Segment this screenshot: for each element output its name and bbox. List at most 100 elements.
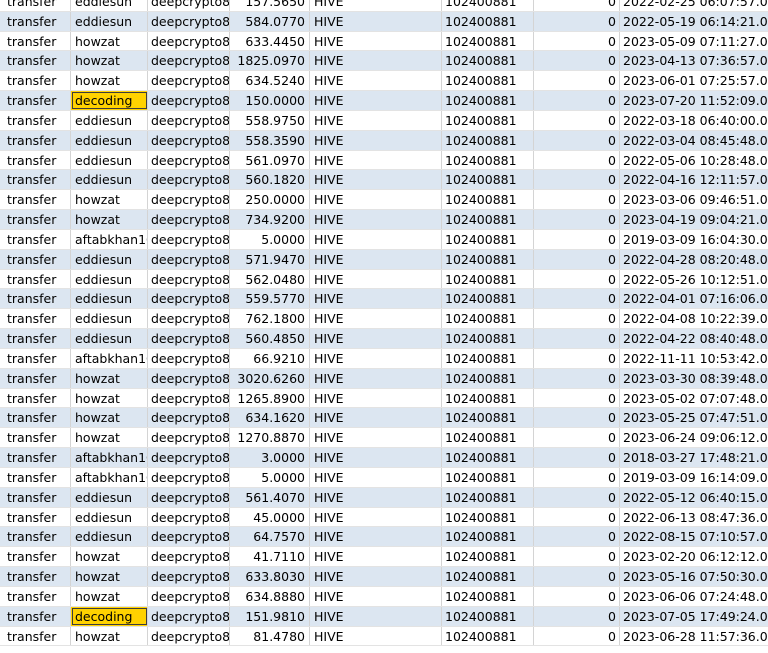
flag-cell[interactable]: 0 <box>534 309 620 329</box>
timestamp-cell[interactable]: 2023-07-20 11:52:09.000 <box>620 91 768 110</box>
amount-cell[interactable]: 1825.0970 <box>230 51 310 71</box>
table-row[interactable]: transfer eddiesun deepcrypto8 562.0480 HIVE 1… <box>0 269 768 290</box>
flag-cell[interactable]: 0 <box>534 110 620 130</box>
asset-cell[interactable]: HIVE <box>310 31 442 51</box>
from-account-cell[interactable]: decoding <box>71 91 148 110</box>
asset-cell[interactable]: HIVE <box>310 309 442 329</box>
flag-cell[interactable]: 0 <box>534 606 620 626</box>
table-row[interactable]: transfer eddiesun deepcrypto8 157.5650 HIVE 1… <box>0 0 768 12</box>
from-account-cell[interactable]: eddiesun <box>71 507 148 527</box>
timestamp-cell[interactable]: 2018-03-27 17:48:21.000 <box>620 448 768 467</box>
type-cell[interactable]: transfer <box>0 229 71 249</box>
from-account-cell[interactable]: howzat <box>71 210 148 229</box>
from-account-cell[interactable]: eddiesun <box>71 0 148 11</box>
from-account-cell[interactable]: eddiesun <box>71 150 148 170</box>
from-account-cell[interactable]: eddiesun <box>71 110 148 130</box>
from-account-cell[interactable]: eddiesun <box>71 527 148 547</box>
amount-cell[interactable]: 633.4450 <box>230 31 310 51</box>
amount-cell[interactable]: 150.0000 <box>230 91 310 110</box>
flag-cell[interactable]: 0 <box>534 586 620 606</box>
table-row[interactable]: transfer howzat deepcrypto8 41.7110 HIVE 1024… <box>0 547 768 568</box>
type-cell[interactable]: transfer <box>0 408 71 428</box>
block-cell[interactable]: 102400881 <box>442 51 534 71</box>
amount-cell[interactable]: 45.0000 <box>230 507 310 527</box>
table-row[interactable]: transfer eddiesun deepcrypto8 571.9470 HIVE 1… <box>0 249 768 270</box>
from-account-cell[interactable]: aftabkhan10 <box>71 448 148 467</box>
type-cell[interactable]: transfer <box>0 329 71 348</box>
type-cell[interactable]: transfer <box>0 487 71 507</box>
flag-cell[interactable]: 0 <box>534 91 620 110</box>
flag-cell[interactable]: 0 <box>534 51 620 71</box>
table-row[interactable]: transfer howzat deepcrypto8 633.8030 HIVE 102… <box>0 567 768 587</box>
to-account-cell[interactable]: deepcrypto8 <box>148 0 230 11</box>
to-account-cell[interactable]: deepcrypto8 <box>148 467 230 487</box>
block-cell[interactable]: 102400881 <box>442 547 534 567</box>
from-account-cell[interactable]: eddiesun <box>71 249 148 269</box>
table-row[interactable]: transfer howzat deepcrypto8 734.9200 HIVE 102… <box>0 210 768 230</box>
to-account-cell[interactable]: deepcrypto8 <box>148 150 230 170</box>
to-account-cell[interactable]: deepcrypto8 <box>148 348 230 368</box>
from-account-cell[interactable]: eddiesun <box>71 170 148 190</box>
block-cell[interactable]: 102400881 <box>442 229 534 249</box>
asset-cell[interactable]: HIVE <box>310 190 442 210</box>
block-cell[interactable]: 102400881 <box>442 31 534 51</box>
asset-cell[interactable]: HIVE <box>310 289 442 309</box>
table-row[interactable]: transfer eddiesun deepcrypto8 584.0770 HIVE 1… <box>0 11 768 32</box>
to-account-cell[interactable]: deepcrypto8 <box>148 428 230 448</box>
type-cell[interactable]: transfer <box>0 11 71 31</box>
block-cell[interactable]: 102400881 <box>442 527 534 547</box>
flag-cell[interactable]: 0 <box>534 368 620 388</box>
amount-cell[interactable]: 66.9210 <box>230 348 310 368</box>
asset-cell[interactable]: HIVE <box>310 567 442 586</box>
timestamp-cell[interactable]: 2022-03-04 08:45:48.000 <box>620 131 768 150</box>
table-row[interactable]: transfer eddiesun deepcrypto8 45.0000 HIVE 10… <box>0 507 768 528</box>
amount-cell[interactable]: 558.9750 <box>230 110 310 130</box>
to-account-cell[interactable]: deepcrypto8 <box>148 309 230 329</box>
block-cell[interactable]: 102400881 <box>442 309 534 329</box>
timestamp-cell[interactable]: 2022-11-11 10:53:42.000 <box>620 349 768 368</box>
type-cell[interactable]: transfer <box>0 586 71 606</box>
to-account-cell[interactable]: deepcrypto8 <box>148 606 230 626</box>
block-cell[interactable]: 102400881 <box>442 210 534 229</box>
type-cell[interactable]: transfer <box>0 170 71 190</box>
to-account-cell[interactable]: deepcrypto8 <box>148 51 230 71</box>
timestamp-cell[interactable]: 2023-06-06 07:24:48.000 <box>620 587 768 606</box>
asset-cell[interactable]: HIVE <box>310 348 442 368</box>
flag-cell[interactable]: 0 <box>534 408 620 428</box>
amount-cell[interactable]: 633.8030 <box>230 567 310 586</box>
amount-cell[interactable]: 1265.8900 <box>230 388 310 408</box>
asset-cell[interactable]: HIVE <box>310 249 442 269</box>
asset-cell[interactable]: HIVE <box>310 527 442 547</box>
amount-cell[interactable]: 762.1800 <box>230 309 310 329</box>
type-cell[interactable]: transfer <box>0 130 71 150</box>
table-row[interactable]: transfer howzat deepcrypto8 1825.0970 HIVE 10… <box>0 51 768 72</box>
table-row[interactable]: transfer howzat deepcrypto8 3020.6260 HIVE 10… <box>0 368 768 389</box>
block-cell[interactable]: 102400881 <box>442 269 534 289</box>
to-account-cell[interactable]: deepcrypto8 <box>148 170 230 190</box>
asset-cell[interactable]: HIVE <box>310 408 442 428</box>
amount-cell[interactable]: 559.5770 <box>230 289 310 309</box>
to-account-cell[interactable]: deepcrypto8 <box>148 448 230 467</box>
timestamp-cell[interactable]: 2022-04-22 08:40:48.000 <box>620 329 768 348</box>
from-account-cell[interactable]: howzat <box>71 190 148 210</box>
to-account-cell[interactable]: deepcrypto8 <box>148 229 230 249</box>
type-cell[interactable]: transfer <box>0 368 71 388</box>
timestamp-cell[interactable]: 2023-07-05 17:49:24.000 <box>620 607 768 626</box>
to-account-cell[interactable]: deepcrypto8 <box>148 388 230 408</box>
type-cell[interactable]: transfer <box>0 507 71 527</box>
timestamp-cell[interactable]: 2023-05-02 07:07:48.000 <box>620 389 768 408</box>
asset-cell[interactable]: HIVE <box>310 269 442 289</box>
table-row[interactable]: transfer eddiesun deepcrypto8 560.4850 HIVE 1… <box>0 329 768 349</box>
to-account-cell[interactable]: deepcrypto8 <box>148 329 230 348</box>
flag-cell[interactable]: 0 <box>534 487 620 507</box>
timestamp-cell[interactable]: 2023-03-06 09:46:51.000 <box>620 190 768 209</box>
type-cell[interactable]: transfer <box>0 289 71 309</box>
table-row[interactable]: transfer eddiesun deepcrypto8 560.1820 HIVE 1… <box>0 170 768 191</box>
timestamp-cell[interactable]: 2022-05-26 10:12:51.000 <box>620 270 768 289</box>
from-account-cell[interactable]: howzat <box>71 408 148 428</box>
type-cell[interactable]: transfer <box>0 527 71 547</box>
timestamp-cell[interactable]: 2023-04-19 09:04:21.000 <box>620 210 768 229</box>
timestamp-cell[interactable]: 2022-05-19 06:14:21.000 <box>620 12 768 31</box>
timestamp-cell[interactable]: 2022-04-01 07:16:06.000 <box>620 289 768 308</box>
from-account-cell[interactable]: eddiesun <box>71 309 148 329</box>
